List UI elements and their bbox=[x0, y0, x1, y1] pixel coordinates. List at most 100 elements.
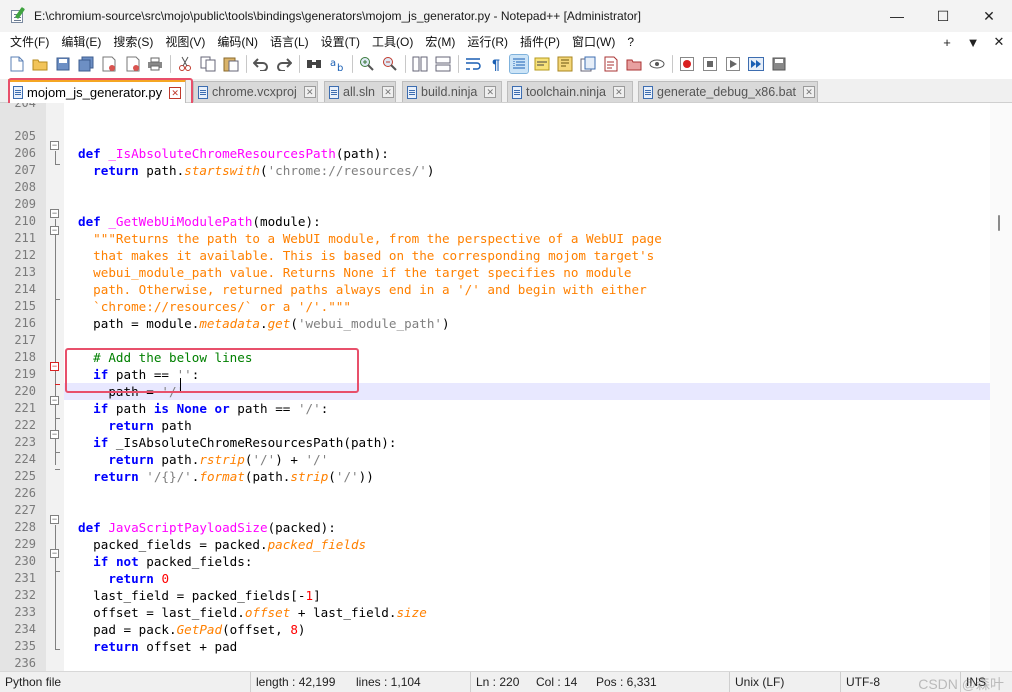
close-all-icon[interactable] bbox=[123, 55, 141, 73]
code-line[interactable]: 214 path. Otherwise, returned paths alwa… bbox=[14, 281, 990, 298]
menu-language[interactable]: 语言(L) bbox=[264, 32, 315, 52]
new-tab-plus-button[interactable]: + bbox=[934, 35, 960, 50]
zoom-in-icon[interactable] bbox=[358, 55, 376, 73]
code-line[interactable]: 224 return path.rstrip('/') + '/' bbox=[14, 451, 990, 468]
tab-chrome-vcxproj[interactable]: chrome.vcxproj ✕ bbox=[193, 81, 318, 102]
menu-macro[interactable]: 宏(M) bbox=[419, 32, 461, 52]
code-text[interactable]: """Returns the path to a WebUI module, f… bbox=[78, 230, 662, 247]
code-line[interactable]: 222 return path bbox=[14, 417, 990, 434]
menu-window[interactable]: 窗口(W) bbox=[566, 32, 621, 52]
menu-settings[interactable]: 设置(T) bbox=[315, 32, 366, 52]
code-line[interactable]: 231 return 0 bbox=[14, 570, 990, 587]
vertical-scrollbar[interactable] bbox=[990, 103, 1012, 671]
menu-view[interactable]: 视图(V) bbox=[159, 32, 211, 52]
code-text[interactable]: that makes it available. This is based o… bbox=[78, 247, 654, 264]
code-line[interactable]: 233 offset = last_field.offset + last_fi… bbox=[14, 604, 990, 621]
open-folder-icon[interactable] bbox=[31, 55, 49, 73]
new-file-icon[interactable] bbox=[8, 55, 26, 73]
code-line[interactable]: 212 that makes it available. This is bas… bbox=[14, 247, 990, 264]
code-line[interactable]: 232 last_field = packed_fields[-1] bbox=[14, 587, 990, 604]
code-line[interactable]: 225 return '/{}/'.format(path.strip('/')… bbox=[14, 468, 990, 485]
fold-toggle-icon[interactable]: − bbox=[50, 362, 59, 371]
code-line[interactable]: 210 def _GetWebUiModulePath(module): bbox=[14, 213, 990, 230]
code-text[interactable]: path = module.metadata.get('webui_module… bbox=[78, 315, 449, 332]
code-text[interactable]: def JavaScriptPayloadSize(packed): bbox=[78, 519, 336, 536]
fold-toggle-icon[interactable]: − bbox=[50, 515, 59, 524]
menu-run[interactable]: 运行(R) bbox=[461, 32, 514, 52]
code-line[interactable]: 209 bbox=[14, 196, 990, 213]
code-line[interactable]: 236 bbox=[14, 655, 990, 671]
tab-build-ninja[interactable]: build.ninja ✕ bbox=[402, 81, 502, 102]
document-list-icon[interactable] bbox=[579, 55, 597, 73]
code-text[interactable]: def _IsAbsoluteChromeResourcesPath(path)… bbox=[78, 145, 389, 162]
copy-icon[interactable] bbox=[199, 55, 217, 73]
menu-help[interactable]: ? bbox=[621, 32, 640, 52]
find-icon[interactable] bbox=[305, 55, 323, 73]
document-map-icon[interactable] bbox=[556, 55, 574, 73]
code-line[interactable]: 206 def _IsAbsoluteChromeResourcesPath(pa… bbox=[14, 145, 990, 162]
code-line[interactable]: 211 """Returns the path to a WebUI modul… bbox=[14, 230, 990, 247]
monitoring-eye-icon[interactable] bbox=[648, 55, 666, 73]
code-text[interactable]: offset = last_field.offset + last_field.… bbox=[78, 604, 427, 621]
code-text[interactable]: return path.startswith('chrome://resourc… bbox=[78, 162, 434, 179]
menu-encoding[interactable]: 编码(N) bbox=[211, 32, 264, 52]
close-button[interactable]: ✕ bbox=[966, 0, 1012, 32]
code-line[interactable]: 215 `chrome://resources/` or a '/'.""" bbox=[14, 298, 990, 315]
code-text[interactable]: path. Otherwise, returned paths always e… bbox=[78, 281, 647, 298]
tab-all-sln[interactable]: all.sln ✕ bbox=[324, 81, 396, 102]
macro-play-icon[interactable] bbox=[724, 55, 742, 73]
tab-close-icon[interactable]: ✕ bbox=[303, 86, 316, 98]
code-line[interactable]: 205 bbox=[14, 128, 990, 145]
code-line[interactable]: 223 if _IsAbsoluteChromeResourcesPath(pa… bbox=[14, 434, 990, 451]
user-language-icon[interactable] bbox=[533, 55, 551, 73]
macro-record-icon[interactable] bbox=[678, 55, 696, 73]
code-text[interactable]: def _GetWebUiModulePath(module): bbox=[78, 213, 321, 230]
code-text[interactable]: packed_fields = packed.packed_fields bbox=[78, 536, 366, 553]
tab-toolchain-ninja[interactable]: toolchain.ninja ✕ bbox=[507, 81, 633, 102]
code-text[interactable]: return path.rstrip('/') + '/' bbox=[78, 451, 328, 468]
code-line[interactable]: 235 return offset + pad bbox=[14, 638, 990, 655]
save-icon[interactable] bbox=[54, 55, 72, 73]
code-line[interactable]: 228 def JavaScriptPayloadSize(packed): bbox=[14, 519, 990, 536]
code-text[interactable]: return path bbox=[78, 417, 191, 434]
zoom-out-icon[interactable] bbox=[381, 55, 399, 73]
tab-close-icon[interactable]: ✕ bbox=[803, 86, 816, 98]
code-text[interactable]: `chrome://resources/` or a '/'.""" bbox=[78, 298, 351, 315]
code-line[interactable]: 213 webui_module_path value. Returns Non… bbox=[14, 264, 990, 281]
save-all-icon[interactable] bbox=[77, 55, 95, 73]
tab-generate-debug-x86-bat[interactable]: generate_debug_x86.bat ✕ bbox=[638, 81, 818, 102]
folder-as-workspace-icon[interactable] bbox=[625, 55, 643, 73]
paste-icon[interactable] bbox=[222, 55, 240, 73]
menu-file[interactable]: 文件(F) bbox=[4, 32, 55, 52]
tab-close-icon[interactable]: ✕ bbox=[612, 86, 625, 98]
fold-toggle-icon[interactable]: − bbox=[50, 226, 59, 235]
code-line[interactable]: 227 bbox=[14, 502, 990, 519]
minimize-button[interactable]: — bbox=[874, 0, 920, 32]
menu-plugins[interactable]: 插件(P) bbox=[514, 32, 566, 52]
fold-toggle-icon[interactable]: − bbox=[50, 396, 59, 405]
maximize-button[interactable]: ☐ bbox=[920, 0, 966, 32]
function-list-icon[interactable] bbox=[602, 55, 620, 73]
code-line[interactable]: 216 path = module.metadata.get('webui_mo… bbox=[14, 315, 990, 332]
code-editor[interactable]: 204 205 206 def _IsAbsoluteChromeResources… bbox=[0, 103, 1012, 671]
close-document-button[interactable]: ✕ bbox=[986, 34, 1012, 50]
print-icon[interactable] bbox=[146, 55, 164, 73]
menu-search[interactable]: 搜索(S) bbox=[107, 32, 159, 52]
code-line[interactable]: 221 if path is None or path == '/': bbox=[14, 400, 990, 417]
scrollbar-thumb[interactable] bbox=[998, 215, 1000, 231]
menu-tools[interactable]: 工具(O) bbox=[366, 32, 419, 52]
undo-icon[interactable] bbox=[252, 55, 270, 73]
tab-list-dropdown-button[interactable]: ▼ bbox=[960, 35, 986, 50]
code-text[interactable]: pad = pack.GetPad(offset, 8) bbox=[78, 621, 305, 638]
code-text[interactable]: return 0 bbox=[78, 570, 169, 587]
indent-guide-icon[interactable] bbox=[509, 54, 529, 74]
code-text[interactable]: if _IsAbsoluteChromeResourcesPath(path): bbox=[78, 434, 396, 451]
code-text[interactable]: last_field = packed_fields[-1] bbox=[78, 587, 321, 604]
code-text[interactable]: return '/{}/'.format(path.strip('/')) bbox=[78, 468, 374, 485]
code-line[interactable]: 234 pad = pack.GetPad(offset, 8) bbox=[14, 621, 990, 638]
code-text[interactable]: if path is None or path == '/': bbox=[78, 400, 328, 417]
menu-edit[interactable]: 编辑(E) bbox=[55, 32, 107, 52]
fold-toggle-icon[interactable]: − bbox=[50, 141, 59, 150]
cut-icon[interactable] bbox=[176, 55, 194, 73]
word-wrap-icon[interactable] bbox=[464, 55, 482, 73]
